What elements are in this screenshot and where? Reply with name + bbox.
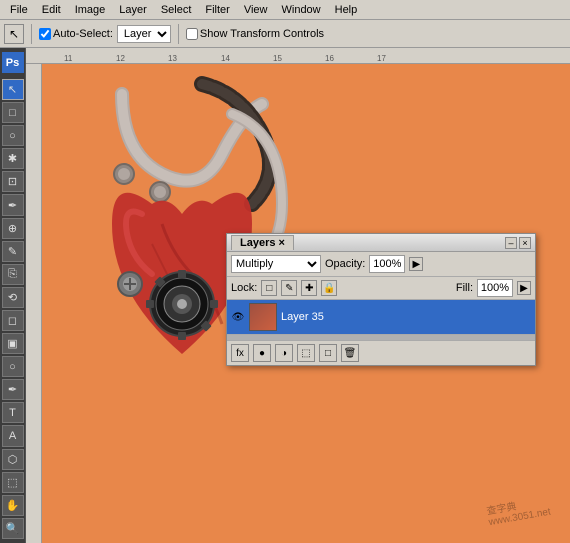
auto-select-label: Auto-Select:	[39, 28, 113, 40]
show-transform-checkbox[interactable]	[186, 28, 198, 40]
layers-panel-bottom: fx ● ◑ ⬚ □ 🗑	[227, 340, 535, 365]
menu-image[interactable]: Image	[69, 3, 112, 17]
ps-logo: Ps	[2, 52, 24, 73]
watermark: 查字典 www.3051.net	[485, 492, 551, 529]
menu-edit[interactable]: Edit	[36, 3, 67, 17]
layers-controls: Multiply Opacity: ▶	[227, 252, 535, 277]
opacity-input[interactable]	[369, 255, 405, 273]
group-layer-btn[interactable]: ⬚	[297, 344, 315, 362]
main-area: Ps ↖ □ ○ ✱ ⊡ ✒ ⊕ ✎ ⎘ ⟲ ◻ ▣ ○ ✒ T A ⬡ ⬚ ✋…	[0, 48, 570, 543]
blend-mode-select[interactable]: Multiply	[231, 255, 321, 273]
ruler-mark-13: 13	[168, 54, 177, 63]
layer-list: 👁 Layer 35	[227, 300, 535, 340]
ruler-mark-12: 12	[116, 54, 125, 63]
move-tool-icon[interactable]: ↖	[4, 24, 24, 44]
toolbox: Ps ↖ □ ○ ✱ ⊡ ✒ ⊕ ✎ ⎘ ⟲ ◻ ▣ ○ ✒ T A ⬡ ⬚ ✋…	[0, 48, 26, 543]
menu-view[interactable]: View	[238, 3, 274, 17]
toolbar-sep2	[178, 24, 179, 44]
menu-filter[interactable]: Filter	[199, 3, 235, 17]
table-row[interactable]: 👁 Layer 35	[227, 300, 535, 335]
toolbar: ↖ Auto-Select: Layer Show Transform Cont…	[0, 20, 570, 48]
tool-marquee[interactable]: □	[2, 102, 24, 123]
tool-move[interactable]: ↖	[2, 79, 24, 100]
tool-magic-wand[interactable]: ✱	[2, 148, 24, 169]
opacity-arrow-btn[interactable]: ▶	[409, 257, 423, 271]
layer-style-btn[interactable]: fx	[231, 344, 249, 362]
layers-panel: Layers × – × Multiply Opacity: ▶	[226, 233, 536, 366]
layer-mask-btn[interactable]: ●	[253, 344, 271, 362]
delete-layer-btn[interactable]: 🗑	[341, 344, 359, 362]
layer-name: Layer 35	[281, 311, 531, 323]
tool-crop[interactable]: ⊡	[2, 171, 24, 192]
show-transform-label: Show Transform Controls	[186, 28, 324, 40]
ruler-mark-11: 11	[64, 54, 72, 63]
layers-lock-row: Lock: □ ✎ ✚ 🔒 Fill: ▶	[227, 277, 535, 300]
menu-bar: File Edit Image Layer Select Filter View…	[0, 0, 570, 20]
menu-file[interactable]: File	[4, 3, 34, 17]
menu-window[interactable]: Window	[276, 3, 327, 17]
menu-select[interactable]: Select	[155, 3, 198, 17]
ruler-left	[26, 64, 42, 543]
ruler-mark-16: 16	[325, 54, 334, 63]
tool-hand[interactable]: ✋	[2, 495, 24, 516]
tool-path[interactable]: A	[2, 425, 24, 446]
menu-help[interactable]: Help	[329, 3, 364, 17]
tool-brush[interactable]: ✎	[2, 241, 24, 262]
fill-arrow-btn[interactable]: ▶	[517, 281, 531, 295]
layers-tab[interactable]: Layers ×	[231, 235, 294, 250]
panel-title-tabs: Layers ×	[231, 235, 294, 250]
ruler-mark-14: 14	[221, 54, 230, 63]
layer-thumb-content	[250, 304, 276, 330]
lock-pixels-btn[interactable]: ✎	[281, 280, 297, 296]
tool-zoom[interactable]: 🔍	[2, 518, 24, 539]
tool-pen[interactable]: ✒	[2, 379, 24, 400]
tool-3d[interactable]: ⬚	[2, 472, 24, 493]
canvas-area[interactable]: 11 12 13 14 15 16 17	[26, 48, 570, 543]
ruler-mark-15: 15	[273, 54, 282, 63]
lock-label: Lock:	[231, 282, 257, 294]
layers-panel-titlebar: Layers × – ×	[227, 234, 535, 252]
menu-layer[interactable]: Layer	[113, 3, 153, 17]
layer-dropdown[interactable]: Layer	[117, 25, 171, 43]
tool-dodge[interactable]: ○	[2, 356, 24, 377]
tool-heal[interactable]: ⊕	[2, 218, 24, 239]
tool-eyedropper[interactable]: ✒	[2, 194, 24, 215]
fill-label: Fill:	[456, 282, 473, 294]
ruler-top: 11 12 13 14 15 16 17	[26, 48, 570, 64]
fill-input[interactable]	[477, 279, 513, 297]
layer-thumbnail	[249, 303, 277, 331]
layer-visibility-eye[interactable]: 👁	[231, 310, 245, 324]
new-layer-btn[interactable]: □	[319, 344, 337, 362]
tool-history[interactable]: ⟲	[2, 287, 24, 308]
auto-select-checkbox[interactable]	[39, 28, 51, 40]
lock-all-btn[interactable]: 🔒	[321, 280, 337, 296]
tool-text[interactable]: T	[2, 402, 24, 423]
ruler-mark-17: 17	[377, 54, 386, 63]
lock-position-btn[interactable]: ✚	[301, 280, 317, 296]
panel-minimize-btn[interactable]: –	[505, 237, 517, 249]
toolbar-separator	[31, 24, 32, 44]
adjustment-layer-btn[interactable]: ◑	[275, 344, 293, 362]
tool-gradient[interactable]: ▣	[2, 333, 24, 354]
lock-transparent-btn[interactable]: □	[261, 280, 277, 296]
opacity-label: Opacity:	[325, 258, 365, 270]
tool-clone[interactable]: ⎘	[2, 264, 24, 285]
tool-shape[interactable]: ⬡	[2, 449, 24, 470]
tool-eraser[interactable]: ◻	[2, 310, 24, 331]
panel-close-buttons: – ×	[505, 237, 531, 249]
tool-lasso[interactable]: ○	[2, 125, 24, 146]
panel-close-btn[interactable]: ×	[519, 237, 531, 249]
